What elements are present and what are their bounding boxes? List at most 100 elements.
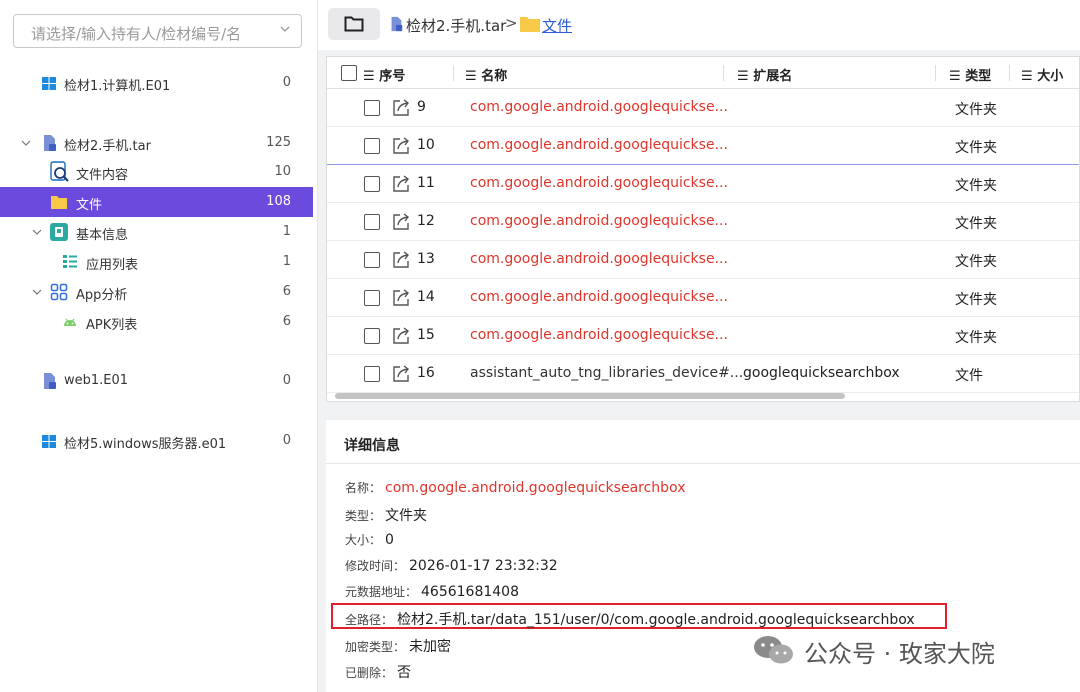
row-name: assistant_auto_tng_libraries_device#... — [470, 365, 744, 381]
windows-icon — [42, 77, 56, 90]
phone-image-icon — [391, 16, 403, 32]
tree-item-app-list[interactable]: 应用列表 1 — [0, 247, 313, 277]
tree-item-web1[interactable]: web1.E01 0 — [0, 366, 313, 396]
chevron-down-icon[interactable] — [20, 137, 32, 149]
row-checkbox[interactable] — [364, 366, 380, 382]
row-type: 文件夹 — [955, 292, 997, 308]
tree-item-count: 0 — [282, 433, 291, 448]
open-external-icon[interactable] — [391, 250, 411, 270]
watermark-text: 公众号 · 玫家大院 — [804, 640, 995, 668]
row-name: com.google.android.googlequickse... — [470, 213, 728, 229]
tree-item-count: 6 — [282, 314, 291, 329]
scrollbar-thumb[interactable] — [335, 393, 845, 399]
row-checkbox[interactable] — [364, 252, 380, 268]
phone-image-icon — [44, 135, 56, 151]
folder-icon — [520, 17, 540, 32]
horizontal-scrollbar[interactable] — [327, 390, 1079, 401]
table-row[interactable]: 11 com.google.android.googlequickse... 文… — [327, 165, 1079, 203]
breadcrumb-bar: 检材2.手机.tar > 文件 — [318, 0, 1080, 50]
wechat-logo-icon — [754, 636, 793, 664]
table-row[interactable]: 10 com.google.android.googlequickse... 文… — [327, 127, 1079, 165]
row-index: 10 — [417, 137, 435, 153]
select-all-checkbox[interactable] — [341, 65, 357, 81]
list-icon — [63, 255, 77, 268]
row-index: 15 — [417, 327, 435, 343]
tree-item-label: App分析 — [76, 288, 128, 303]
tree-item-label: APK列表 — [86, 318, 138, 333]
row-type: 文件夹 — [955, 330, 997, 346]
detail-divider — [326, 463, 1080, 464]
tree-item-apk-list[interactable]: APK列表 6 — [0, 307, 313, 337]
chevron-down-icon[interactable] — [31, 226, 43, 238]
row-index: 11 — [417, 175, 435, 191]
detail-field-name: 名称： com.google.android.googlequicksearchb… — [345, 480, 686, 496]
open-external-icon[interactable] — [391, 364, 411, 384]
detail-field-encryption: 加密类型： 未加密 — [345, 639, 452, 655]
holder-search-select[interactable]: 请选择/输入持有人/检材编号/名 — [13, 14, 302, 48]
windows-icon — [42, 435, 56, 448]
tree-item-file-content[interactable]: 文件内容 10 — [0, 157, 313, 187]
chevron-down-icon[interactable] — [31, 286, 43, 298]
row-checkbox[interactable] — [364, 138, 380, 154]
detail-field-deleted: 已删除：否 — [345, 665, 412, 681]
detail-field-modified: 修改时间： 2026-01-17 23:32:32 — [345, 558, 558, 574]
open-external-icon[interactable] — [391, 326, 411, 346]
column-header-size[interactable]: ☰ 大小 — [1021, 65, 1063, 84]
tree-item-label: 检材1.计算机.E01 — [64, 79, 171, 94]
tree-item-evidence5[interactable]: 检材5.windows服务器.e01 0 — [0, 426, 313, 456]
table-row[interactable]: 14 com.google.android.googlequickse... 文… — [327, 279, 1079, 317]
disk-image-icon — [44, 373, 56, 389]
row-checkbox[interactable] — [364, 290, 380, 306]
table-row[interactable]: 15 com.google.android.googlequickse... 文… — [327, 317, 1079, 355]
column-header-name[interactable]: ☰ 名称 — [465, 65, 507, 84]
row-index: 16 — [417, 365, 435, 381]
open-external-icon[interactable] — [391, 174, 411, 194]
detail-field-type: 类型： 文件夹 — [345, 508, 428, 524]
table-row[interactable]: 16 assistant_auto_tng_libraries_device#.… — [327, 355, 1079, 393]
table-row[interactable]: 13 com.google.android.googlequickse... 文… — [327, 241, 1079, 279]
row-checkbox[interactable] — [364, 176, 380, 192]
folder-icon — [51, 196, 67, 209]
folder-view-button[interactable] — [328, 8, 380, 40]
tree-item-count: 0 — [282, 373, 291, 388]
row-checkbox[interactable] — [364, 214, 380, 230]
tree-item-basic-info[interactable]: 基本信息 1 — [0, 217, 313, 247]
breadcrumb-root[interactable]: 检材2.手机.tar — [406, 15, 506, 36]
tree-item-count: 0 — [282, 75, 291, 90]
table-row[interactable]: 9 com.google.android.googlequickse... 文件… — [327, 89, 1079, 127]
detail-field-metadata-address: 元数据地址： 46561681408 — [345, 584, 519, 600]
row-index: 13 — [417, 251, 435, 267]
row-index: 12 — [417, 213, 435, 229]
tree-item-label: 文件内容 — [76, 168, 129, 183]
column-header-type[interactable]: ☰ 类型 — [949, 65, 991, 84]
chevron-down-icon[interactable] — [279, 23, 291, 35]
open-external-icon[interactable] — [391, 136, 411, 156]
tree-item-evidence2[interactable]: 检材2.手机.tar 125 — [0, 128, 313, 158]
file-search-icon — [50, 161, 69, 182]
file-table: ☰ 序号 ☰ 名称 ☰ 扩展名 ☰ 类型 ☰ 大小 9 com.google.a… — [326, 56, 1080, 402]
row-checkbox[interactable] — [364, 100, 380, 116]
detail-field-size: 大小： 0 — [345, 532, 394, 548]
open-external-icon[interactable] — [391, 212, 411, 232]
breadcrumb-current[interactable]: 文件 — [542, 15, 572, 36]
row-name: com.google.android.googlequickse... — [470, 327, 728, 343]
tree-item-count: 6 — [282, 284, 291, 299]
row-type: 文件 — [955, 368, 983, 384]
row-name: com.google.android.googlequickse... — [470, 137, 728, 153]
detail-field-full-path: 全路径： 检材2.手机.tar/data_151/user/0/com.googl… — [345, 612, 915, 628]
tree-item-label: 检材2.手机.tar — [64, 139, 151, 154]
row-checkbox[interactable] — [364, 328, 380, 344]
main-panel: 检材2.手机.tar > 文件 ☰ 序号 ☰ 名称 ☰ 扩展名 ☰ 类型 ☰ 大… — [318, 0, 1080, 692]
column-header-index[interactable]: ☰ 序号 — [363, 65, 405, 84]
column-header-ext[interactable]: ☰ 扩展名 — [737, 65, 792, 84]
tree-item-app-analysis[interactable]: App分析 6 — [0, 277, 313, 307]
tree-item-count: 1 — [282, 254, 291, 269]
open-external-icon[interactable] — [391, 288, 411, 308]
app-grid-icon — [50, 283, 68, 301]
row-name: com.google.android.googlequickse... — [470, 251, 728, 267]
table-row[interactable]: 12 com.google.android.googlequickse... 文… — [327, 203, 1079, 241]
tree-item-files[interactable]: 文件 108 — [0, 187, 313, 217]
row-type: 文件夹 — [955, 254, 997, 270]
open-external-icon[interactable] — [391, 98, 411, 118]
tree-item-evidence1[interactable]: 检材1.计算机.E01 0 — [0, 68, 313, 98]
